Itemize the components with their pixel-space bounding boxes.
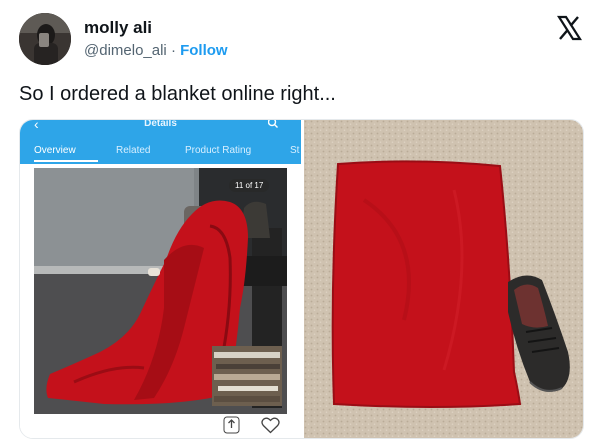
handle-row: @dimelo_ali · Follow <box>84 42 228 59</box>
avatar[interactable] <box>19 13 71 65</box>
handle[interactable]: @dimelo_ali <box>84 42 167 59</box>
received-blanket-photo[interactable] <box>304 120 583 438</box>
tweet-text: So I ordered a blanket online right... <box>19 83 336 105</box>
tab-overview[interactable]: Overview <box>34 145 76 156</box>
display-name[interactable]: molly ali <box>84 18 152 38</box>
follow-button[interactable]: Follow <box>180 42 228 59</box>
product-listing-screenshot[interactable]: ‹ Details Overview Related Product Ratin… <box>20 120 301 438</box>
active-tab-indicator <box>34 160 98 162</box>
tab-related[interactable]: Related <box>116 145 150 156</box>
app-title: Details <box>144 119 177 129</box>
app-bar: ‹ Details Overview Related Product Ratin… <box>20 120 301 164</box>
tab-product-rating[interactable]: Product Rating <box>185 145 251 156</box>
tweet-header: molly ali @dimelo_ali · Follow <box>0 0 600 75</box>
product-photo[interactable] <box>34 168 287 414</box>
share-icon[interactable] <box>223 416 240 434</box>
x-logo-icon[interactable] <box>556 15 582 41</box>
heart-icon[interactable] <box>261 417 280 434</box>
listing-actions <box>20 414 301 438</box>
separator: · <box>170 42 176 59</box>
tab-st[interactable]: St <box>290 145 299 156</box>
media-grid[interactable]: ‹ Details Overview Related Product Ratin… <box>19 119 584 439</box>
image-counter: 11 of 17 <box>229 179 270 192</box>
search-icon[interactable] <box>268 119 278 129</box>
